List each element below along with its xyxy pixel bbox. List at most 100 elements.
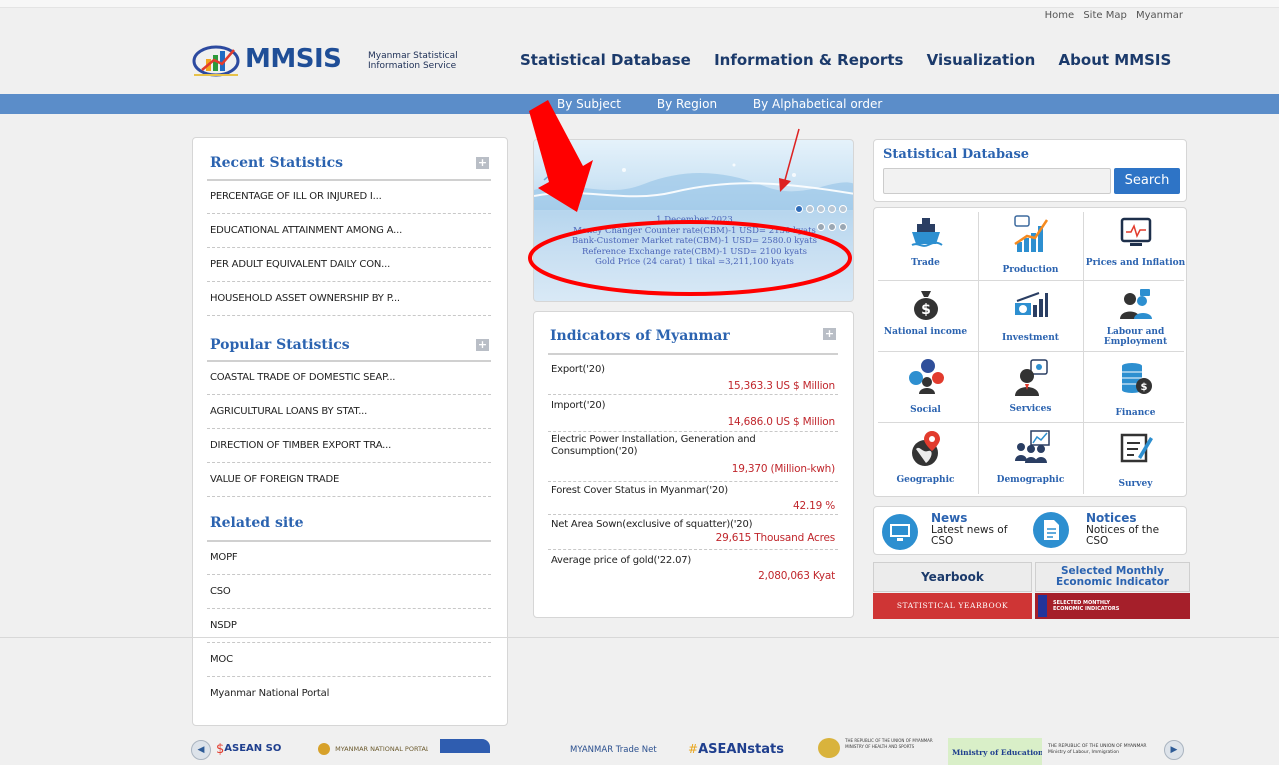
nav-visualization[interactable]: Visualization [927, 51, 1036, 69]
indicator-row[interactable]: Average price of gold('22.07) 2,080,063 … [548, 555, 838, 585]
indicator-row[interactable]: Electric Power Installation, Generation … [548, 434, 838, 482]
category-prices-inflation[interactable]: Prices and Inflation [1084, 208, 1187, 278]
indicator-row[interactable]: Export('20) 15,363.3 US $ Million [548, 364, 838, 395]
slider-dot[interactable] [817, 205, 825, 213]
statistical-yearbook-banner[interactable]: STATISTICAL YEARBOOK [873, 593, 1032, 619]
category-social[interactable]: Social [874, 352, 977, 422]
people-icon [1120, 289, 1152, 319]
popular-more-button[interactable]: + [476, 339, 489, 351]
indicator-value: 15,363.3 US $ Million [727, 380, 836, 392]
site-map-link[interactable]: Site Map [1083, 10, 1126, 21]
banner-stripe [1038, 595, 1047, 617]
indicator-value: 42.19 % [793, 500, 835, 512]
partner-logo-ministry-education[interactable]: Ministry of Education [948, 738, 1042, 765]
monitor-icon [882, 514, 918, 550]
recent-list: PERCENTAGE OF ILL OR INJURED I... EDUCAT… [207, 180, 491, 316]
subnav-by-alphabetical[interactable]: By Alphabetical order [753, 97, 882, 111]
indicator-row[interactable]: Net Area Sown(exclusive of squatter)('20… [548, 519, 838, 550]
indicator-value: 2,080,063 Kyat [758, 570, 835, 582]
recent-statistics-title: Recent Statistics [210, 155, 343, 171]
list-item[interactable]: AGRICULTURAL LOANS BY STAT... [207, 395, 491, 429]
slider-line: Gold Price (24 carat) 1 tikal =3,211,100… [595, 257, 794, 267]
slider-line: Bank-Customer Market rate(CBM)-1 USD= 25… [571, 236, 818, 246]
mmsis-logo-icon [192, 45, 240, 77]
slider-text: 1 December 2023 Money Changer Counter ra… [534, 215, 853, 268]
slider-dot-active[interactable] [795, 205, 803, 213]
partner-logo-carousel: ◀ $ASEAN SO MYANMAR NATIONAL PORTAL MYAN… [0, 738, 1279, 765]
related-list: MOPF CSO NSDP MOC Myanmar National Porta… [207, 541, 491, 711]
category-geographic[interactable]: Geographic [874, 423, 977, 493]
partner-logo-trade-net[interactable]: MYANMAR Trade Net [570, 738, 665, 765]
svg-text:$: $ [921, 302, 931, 318]
list-item[interactable]: CSO [207, 575, 491, 609]
news-link[interactable]: News Latest news of CSO [874, 507, 1031, 556]
search-button[interactable]: Search [1114, 168, 1180, 194]
list-item[interactable]: PERCENTAGE OF ILL OR INJURED I... [207, 180, 491, 214]
category-production[interactable]: Production [979, 208, 1082, 278]
indicator-row[interactable]: Import('20) 14,686.0 US $ Million [548, 400, 838, 432]
search-input[interactable] [883, 168, 1111, 194]
slider-line: Money Changer Counter rate(CBM)-1 USD= 2… [573, 225, 816, 236]
carousel-prev-button[interactable]: ◀ [191, 740, 211, 760]
category-finance[interactable]: $ Finance [1084, 352, 1187, 422]
site-logo[interactable]: MMSIS Myanmar Statistical Information Se… [192, 42, 492, 82]
category-demographic[interactable]: Demographic [979, 423, 1082, 493]
partner-logo-ministry-labour[interactable]: THE REPUBLIC OF THE UNION OF MYANMAR Min… [1048, 738, 1156, 765]
subnav-by-subject[interactable]: By Subject [557, 97, 621, 111]
popular-list: COASTAL TRADE OF DOMESTIC SEAP... AGRICU… [207, 361, 491, 497]
list-item[interactable]: VALUE OF FOREIGN TRADE [207, 463, 491, 497]
popular-statistics-title: Popular Statistics [210, 337, 350, 353]
list-item[interactable]: MOPF [207, 541, 491, 575]
partner-logo-trade-office[interactable] [440, 738, 540, 765]
partner-logo-ministry-health[interactable]: THE REPUBLIC OF THE UNION OF MYANMAR MIN… [818, 738, 940, 765]
slider-dot[interactable] [839, 205, 847, 213]
news-notices-box: News Latest news of CSO Notices Notices … [873, 506, 1187, 555]
logo-subtitle: Myanmar Statistical Information Service [368, 51, 458, 71]
list-item[interactable]: DIRECTION OF TIMBER EXPORT TRA... [207, 429, 491, 463]
carousel-next-button[interactable]: ▶ [1164, 740, 1184, 760]
search-title: Statistical Database [883, 147, 1030, 162]
sub-nav: By Subject By Region By Alphabetical ord… [557, 97, 914, 111]
subnav-by-region[interactable]: By Region [657, 97, 717, 111]
list-item[interactable]: COASTAL TRADE OF DOMESTIC SEAP... [207, 361, 491, 395]
document-icon [1033, 512, 1069, 548]
partner-logo-national-portal[interactable]: MYANMAR NATIONAL PORTAL [318, 738, 428, 765]
slider-dot[interactable] [806, 205, 814, 213]
partner-logo-aseanso[interactable]: $ASEAN SO [216, 738, 296, 765]
category-trade[interactable]: Trade [874, 208, 977, 278]
partner-logo-aseanstats[interactable]: #ASEANstats [688, 738, 788, 765]
slider-dot[interactable] [828, 205, 836, 213]
category-investment[interactable]: Investment [979, 281, 1082, 351]
money-bag-icon: $ [914, 291, 938, 320]
category-labour-employment[interactable]: Labour and Employment [1084, 281, 1187, 351]
ship-icon [911, 218, 943, 247]
monthly-indicator-tab[interactable]: Selected Monthly Economic Indicator [1035, 562, 1190, 592]
nav-about[interactable]: About MMSIS [1059, 51, 1172, 69]
globe-pin-icon [912, 431, 940, 466]
exchange-rate-slider[interactable]: 1 December 2023 Money Changer Counter ra… [533, 139, 854, 302]
nav-information-reports[interactable]: Information & Reports [714, 51, 903, 69]
notices-link[interactable]: Notices Notices of the CSO [1031, 507, 1188, 556]
indicator-row[interactable]: Forest Cover Status in Myanmar('20) 42.1… [548, 485, 838, 515]
list-item[interactable]: Myanmar National Portal [207, 677, 491, 711]
svg-text:$: $ [1141, 382, 1148, 393]
indicators-more-button[interactable]: + [823, 328, 836, 340]
yearbook-tab[interactable]: Yearbook [873, 562, 1032, 592]
recent-more-button[interactable]: + [476, 157, 489, 169]
slider-line: Reference Exchange rate(CBM)-1 USD= 2100… [581, 246, 808, 257]
category-survey[interactable]: Survey [1084, 423, 1187, 493]
social-network-icon [909, 359, 944, 394]
list-item[interactable]: PER ADULT EQUIVALENT DAILY CON... [207, 248, 491, 282]
language-link[interactable]: Myanmar [1136, 10, 1183, 21]
list-item[interactable]: MOC [207, 643, 491, 677]
category-national-income[interactable]: $ National income [874, 281, 977, 351]
list-item[interactable]: EDUCATIONAL ATTAINMENT AMONG A... [207, 214, 491, 248]
nav-statistical-database[interactable]: Statistical Database [520, 51, 691, 69]
monthly-indicators-banner[interactable]: SELECTED MONTHLY ECONOMIC INDICATORS [1035, 593, 1190, 619]
main-nav: Statistical Database Information & Repor… [520, 51, 1171, 69]
slider-date: 1 December 2023 [656, 215, 733, 225]
category-services[interactable]: Services [979, 352, 1082, 422]
home-link[interactable]: Home [1045, 10, 1075, 21]
list-item[interactable]: HOUSEHOLD ASSET OWNERSHIP BY P... [207, 282, 491, 316]
indicator-value: 14,686.0 US $ Million [727, 416, 836, 428]
